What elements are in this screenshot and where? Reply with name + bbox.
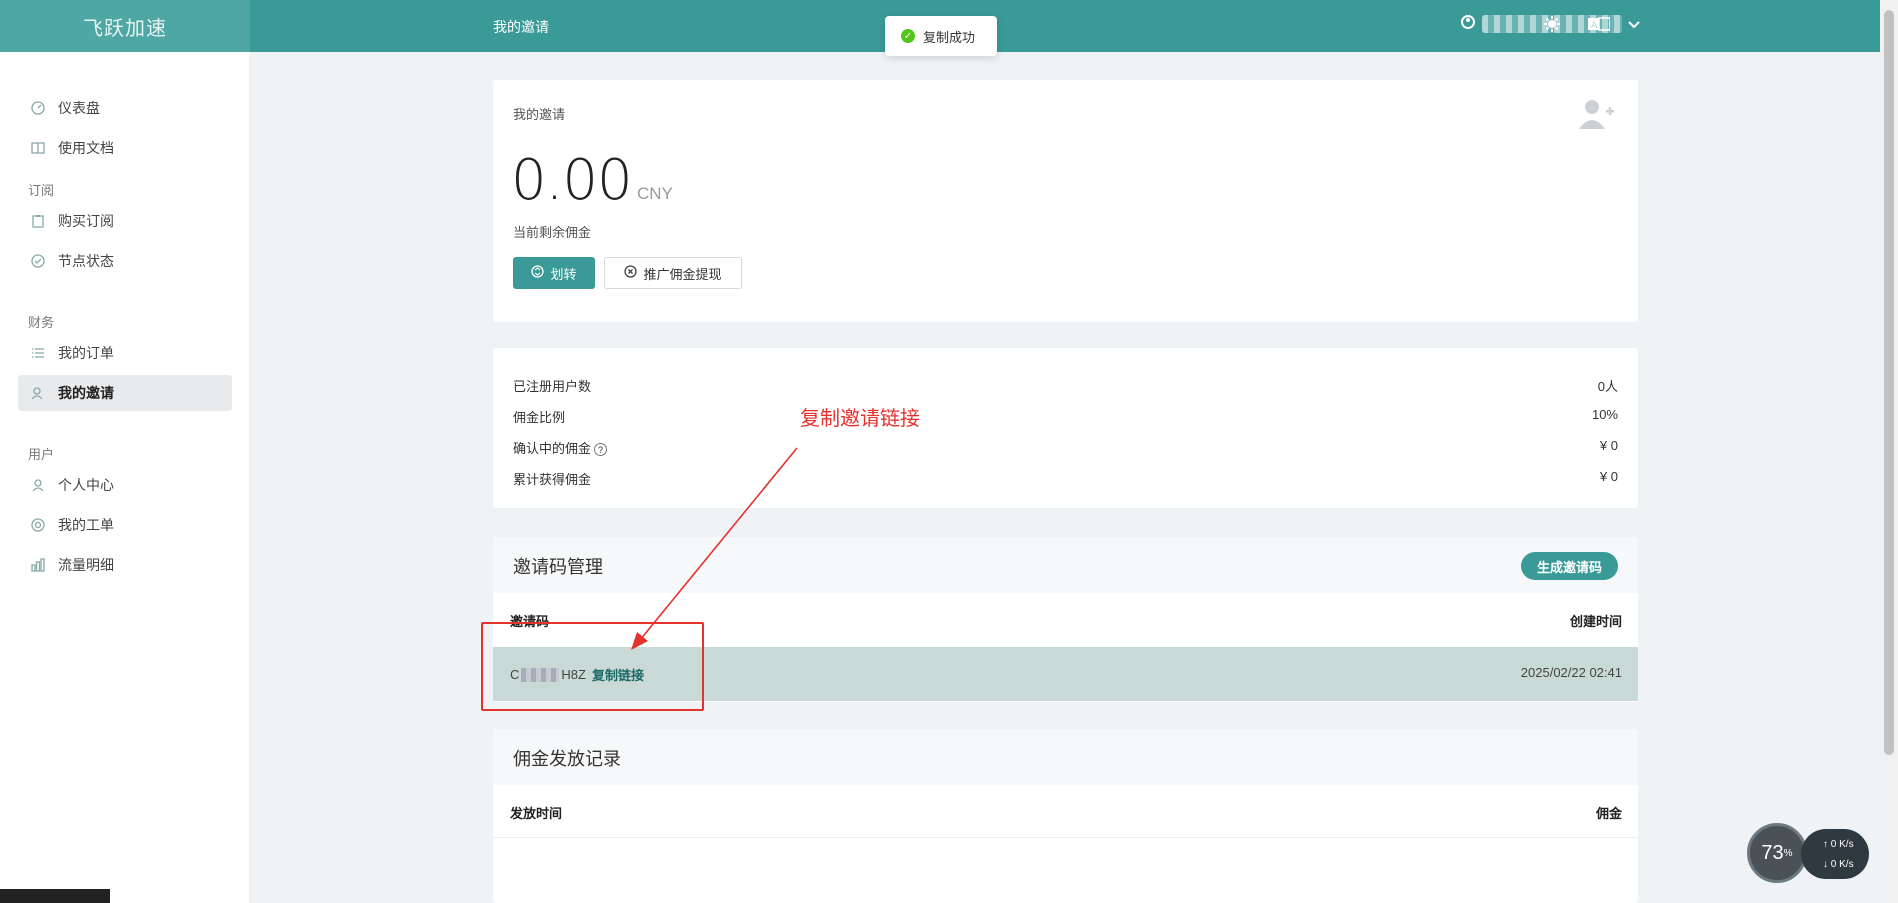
- toast-text: 复制成功: [923, 29, 976, 45]
- browser-status-bar: [0, 889, 110, 903]
- scrollbar-thumb[interactable]: [1884, 10, 1894, 755]
- up-arrow-icon: ↑: [1823, 839, 1831, 850]
- download-speed: 0: [1830, 859, 1837, 870]
- speed-readout: ↑ 0 K/s ↓ 0 K/s: [1801, 829, 1869, 879]
- annotation-arrow: [631, 447, 798, 650]
- annotation-highlight-box: [481, 622, 704, 711]
- network-monitor-widget[interactable]: 73% ↑ 0 K/s ↓ 0 K/s: [1747, 823, 1869, 887]
- speed-unit: K/s: [1839, 859, 1854, 870]
- down-arrow-icon: ↓: [1823, 859, 1831, 870]
- usage-percent: 73: [1761, 841, 1784, 864]
- upload-speed: 0: [1830, 839, 1837, 850]
- copy-success-toast: ✓ 复制成功: [885, 16, 997, 56]
- page-scrollbar[interactable]: [1880, 0, 1898, 903]
- usage-gauge: 73%: [1747, 823, 1807, 883]
- speed-unit: K/s: [1839, 839, 1854, 850]
- check-circle-icon: ✓: [901, 29, 915, 43]
